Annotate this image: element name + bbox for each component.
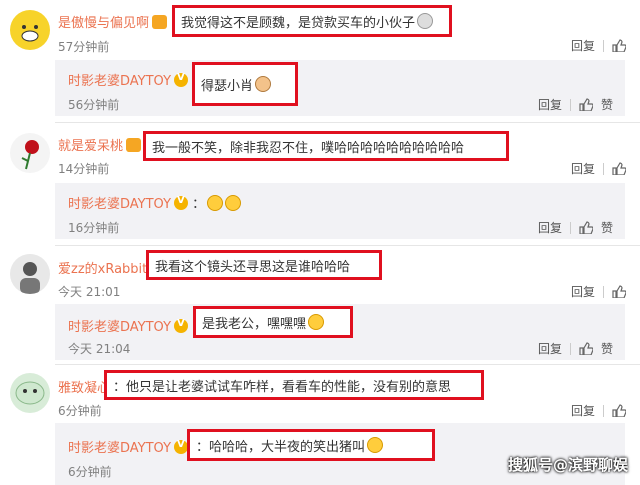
reply-container: 时影老婆DAYTOY 是我老公，嘿嘿嘿 今天 21:04 回复 赞 — [55, 304, 625, 360]
avatar[interactable] — [10, 133, 50, 173]
thumb-up-icon[interactable] — [579, 342, 594, 356]
reply-actions: 回复 赞 — [538, 219, 613, 236]
comment-time: 今天 21:01 — [58, 285, 121, 299]
reply-container: 时影老婆DAYTOY 得瑟小肖 56分钟前 回复 赞 — [55, 60, 625, 116]
comment-actions: 回复 — [571, 37, 627, 54]
thumb-up-icon[interactable] — [612, 285, 627, 299]
avatar[interactable] — [10, 254, 50, 294]
reply-time: 今天 21:04 — [68, 342, 131, 356]
thumb-up-icon[interactable] — [612, 404, 627, 418]
divider — [569, 98, 571, 111]
comment-username[interactable]: 是傲慢与偏见啊 — [58, 12, 168, 31]
reply-text-box: ：哈哈哈，大半夜的笑出猪叫 — [187, 429, 435, 461]
verified-icon — [174, 72, 189, 87]
comment-text-box: 我看这个镜头还寻思这是谁哈哈哈 — [146, 250, 382, 280]
thumb-up-icon[interactable] — [612, 39, 627, 53]
comment-time: 14分钟前 — [58, 162, 110, 176]
avatar[interactable] — [10, 10, 50, 50]
comment-username[interactable]: 爱zz的xRabbit — [58, 258, 147, 277]
thumb-up-icon[interactable] — [579, 221, 594, 235]
like-button[interactable]: 赞 — [601, 340, 613, 357]
divider — [603, 404, 604, 417]
reply-button[interactable]: 回复 — [538, 340, 562, 357]
divider — [603, 39, 604, 52]
face-emoji-icon — [417, 13, 434, 29]
comment-time: 6分钟前 — [58, 404, 102, 418]
reply-username[interactable]: 时影老婆DAYTOY ： — [68, 193, 242, 212]
comment-text-box: 我觉得这不是顾魏，是贷款买车的小伙子 — [172, 5, 452, 37]
reply-username[interactable]: 时影老婆DAYTOY — [68, 70, 189, 89]
verified-icon — [174, 439, 189, 454]
thinking-emoji-icon — [308, 314, 325, 330]
person-avatar-icon — [20, 262, 40, 294]
verified-icon — [174, 318, 189, 333]
reply-text-box: 得瑟小肖 — [192, 62, 298, 106]
rose-avatar-icon — [21, 140, 39, 170]
avatar[interactable] — [10, 373, 50, 413]
comment-username[interactable]: 就是爱呆桃 — [58, 135, 142, 154]
member-badge-icon — [152, 15, 168, 29]
reply-text: ： — [192, 197, 206, 212]
reply-button[interactable]: 回复 — [571, 402, 595, 419]
reply-time: 6分钟前 — [68, 465, 112, 479]
laughing-emoji-icon — [207, 195, 224, 211]
comment-2: 就是爱呆桃 我一般不笑，除非我忍不住，噗哈哈哈哈哈哈哈哈哈哈 14分钟前 回复 … — [0, 123, 640, 243]
comment-username[interactable]: 雅致凝心 — [58, 377, 110, 396]
reply-button[interactable]: 回复 — [538, 219, 562, 236]
laughing-emoji-icon — [367, 437, 384, 453]
comment-text-box: ：他只是让老婆试试车咋样，看看车的性能，没有别的意思 — [104, 370, 484, 400]
reply-actions: 回复 赞 — [538, 340, 613, 357]
divider — [603, 285, 604, 298]
reply-time: 16分钟前 — [68, 221, 120, 235]
reply-button[interactable]: 回复 — [538, 96, 562, 113]
reply-username[interactable]: 时影老婆DAYTOY — [68, 316, 189, 335]
comment-1: 是傲慢与偏见啊 我觉得这不是顾魏，是贷款买车的小伙子 57分钟前 回复 时影老婆… — [0, 0, 640, 120]
reply-text-box: 是我老公，嘿嘿嘿 — [193, 306, 353, 338]
divider — [569, 342, 571, 355]
comment-actions: 回复 — [571, 402, 627, 419]
reply-container: 时影老婆DAYTOY ： 16分钟前 回复 赞 — [55, 183, 625, 239]
like-button[interactable]: 赞 — [601, 96, 613, 113]
member-badge-icon — [126, 138, 142, 152]
like-button[interactable]: 赞 — [601, 219, 613, 236]
reply-actions: 回复 赞 — [538, 96, 613, 113]
watermark: 搜狐号@滨野聊娱 — [507, 456, 628, 474]
cat-emoji-icon — [255, 76, 272, 92]
cartoon-avatar-icon — [15, 381, 45, 405]
thumb-up-icon[interactable] — [612, 162, 627, 176]
duck-avatar-icon — [16, 18, 44, 46]
thumb-up-icon[interactable] — [579, 98, 594, 112]
reply-button[interactable]: 回复 — [571, 37, 595, 54]
reply-button[interactable]: 回复 — [571, 283, 595, 300]
reply-username[interactable]: 时影老婆DAYTOY — [68, 437, 189, 456]
comment-time: 57分钟前 — [58, 40, 110, 54]
reply-button[interactable]: 回复 — [571, 160, 595, 177]
divider — [569, 221, 571, 234]
laughing-emoji-icon — [225, 195, 242, 211]
divider — [603, 162, 604, 175]
comment-3: 爱zz的xRabbit 我看这个镜头还寻思这是谁哈哈哈 今天 21:01 回复 … — [0, 246, 640, 363]
comment-text-box: 我一般不笑，除非我忍不住，噗哈哈哈哈哈哈哈哈哈哈 — [143, 131, 509, 161]
reply-time: 56分钟前 — [68, 98, 120, 112]
comment-actions: 回复 — [571, 160, 627, 177]
verified-icon — [174, 195, 189, 210]
comment-actions: 回复 — [571, 283, 627, 300]
